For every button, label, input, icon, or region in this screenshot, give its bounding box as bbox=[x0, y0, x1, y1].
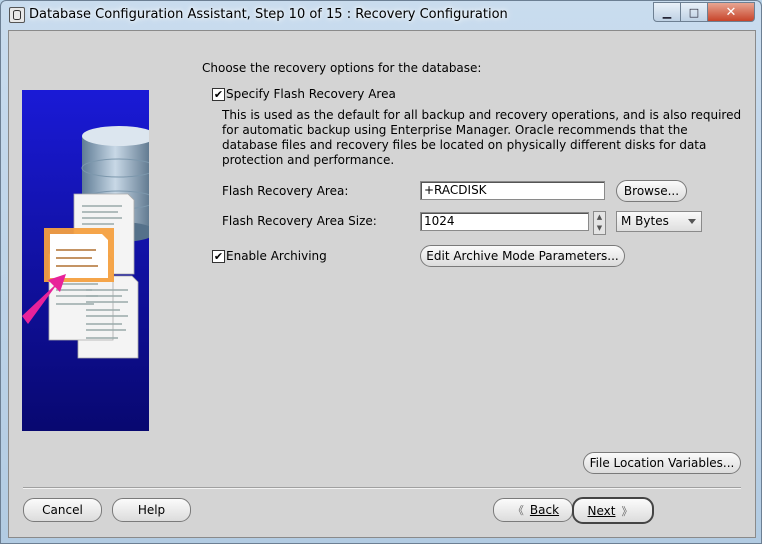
next-button[interactable]: Next 》 bbox=[572, 497, 654, 524]
file-location-variables-button[interactable]: File Location Variables... bbox=[583, 452, 741, 474]
flash-recovery-area-label: Flash Recovery Area: bbox=[222, 184, 349, 198]
spinner-down-icon[interactable]: ▼ bbox=[594, 223, 605, 234]
page-heading: Choose the recovery options for the data… bbox=[202, 61, 482, 75]
window-title: Database Configuration Assistant, Step 1… bbox=[29, 7, 508, 22]
enable-archiving-label[interactable]: Enable Archiving bbox=[226, 249, 327, 263]
back-label: Back bbox=[529, 503, 560, 517]
browse-button[interactable]: Browse... bbox=[616, 180, 687, 202]
size-spinner[interactable]: ▲ ▼ bbox=[593, 211, 606, 235]
wizard-client-area: Choose the recovery options for the data… bbox=[8, 30, 756, 538]
maximize-button[interactable]: □ bbox=[680, 2, 708, 22]
flash-recovery-description: This is used as the default for all back… bbox=[222, 108, 742, 167]
dbca-window: Database Configuration Assistant, Step 1… bbox=[0, 0, 762, 544]
specify-flash-recovery-label[interactable]: Specify Flash Recovery Area bbox=[226, 87, 396, 101]
enable-archiving-checkbox[interactable]: ✔ bbox=[212, 250, 225, 263]
flash-recovery-size-input[interactable] bbox=[420, 212, 589, 231]
minimize-button[interactable]: ▁ bbox=[653, 2, 681, 22]
close-button[interactable]: ✕ bbox=[707, 2, 755, 22]
next-arrow-icon: 》 bbox=[621, 504, 633, 518]
app-icon[interactable] bbox=[9, 7, 25, 23]
back-arrow-icon: 《 bbox=[512, 504, 524, 517]
size-unit-select[interactable]: M Bytes bbox=[616, 211, 702, 232]
back-button[interactable]: 《 Back bbox=[493, 498, 573, 522]
edit-archive-mode-parameters-button[interactable]: Edit Archive Mode Parameters... bbox=[420, 245, 625, 267]
cancel-button[interactable]: Cancel bbox=[23, 498, 102, 522]
spinner-up-icon[interactable]: ▲ bbox=[594, 212, 605, 223]
title-bar[interactable]: Database Configuration Assistant, Step 1… bbox=[1, 1, 761, 29]
footer-separator bbox=[23, 487, 741, 489]
specify-flash-recovery-checkbox[interactable]: ✔ bbox=[212, 88, 225, 101]
help-button[interactable]: Help bbox=[112, 498, 191, 522]
size-unit-value: M Bytes bbox=[621, 214, 669, 228]
chevron-down-icon bbox=[688, 219, 696, 224]
next-label: Next bbox=[587, 503, 616, 518]
database-documents-illustration bbox=[22, 90, 149, 431]
flash-recovery-size-label: Flash Recovery Area Size: bbox=[222, 214, 377, 228]
flash-recovery-area-input[interactable] bbox=[420, 181, 605, 200]
